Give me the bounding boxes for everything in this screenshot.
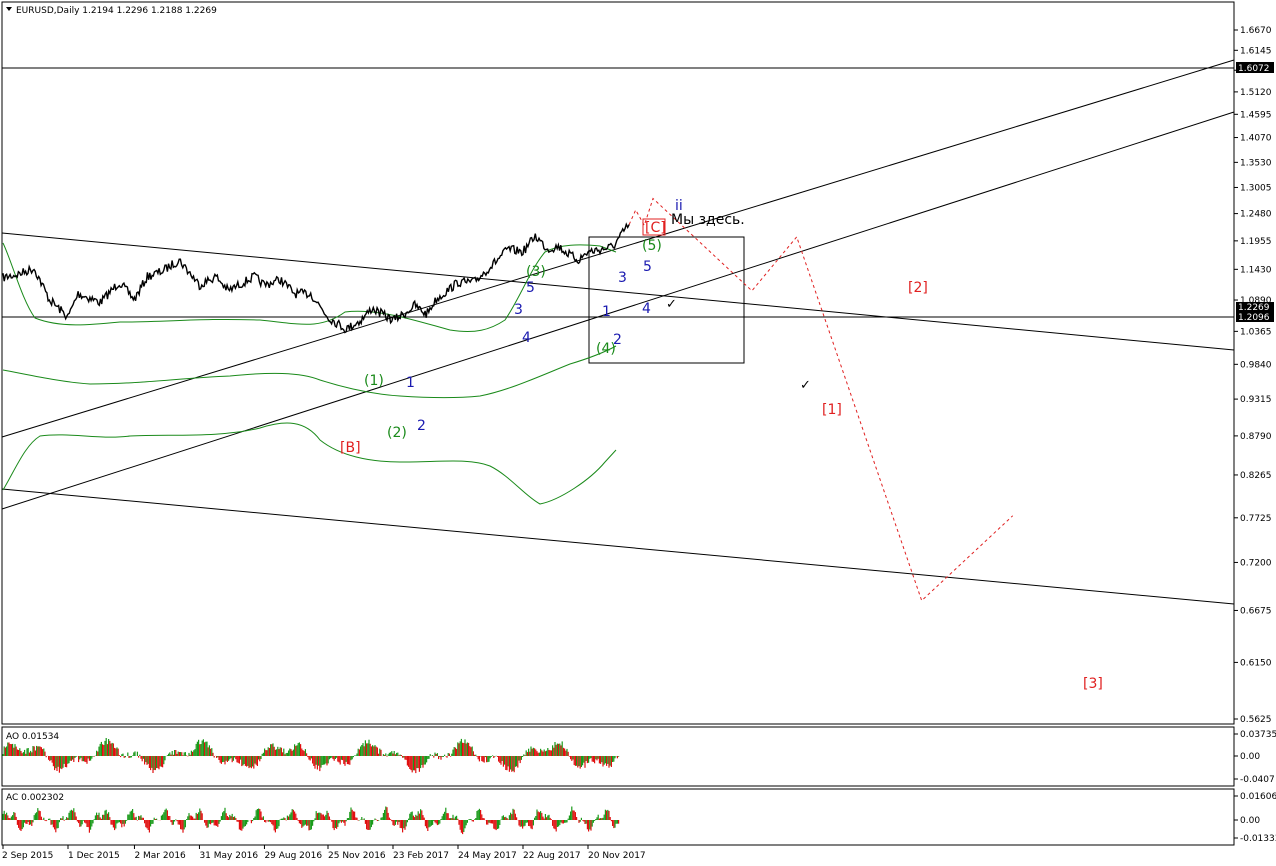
ac-panel <box>1 788 1235 846</box>
time-tick-label: 20 Nov 2017 <box>588 851 646 861</box>
price-tick-label: 1.1430 <box>1240 265 1272 275</box>
price-tick-label: 0.6675 <box>1240 606 1272 616</box>
price-tick-label: 1.4070 <box>1240 134 1272 144</box>
time-tick-label: 24 May 2017 <box>458 851 517 861</box>
time-tick-label: 29 Aug 2016 <box>264 851 322 861</box>
ac-tick-label: 0.00 <box>1240 816 1260 826</box>
ac-tick-label: -0.01333 <box>1240 834 1276 844</box>
time-tick-label: 2 Sep 2015 <box>2 851 53 861</box>
time-tick-label: 23 Feb 2017 <box>393 851 449 861</box>
price-tick-label: 0.8265 <box>1240 471 1272 481</box>
price-tick-label: 0.9315 <box>1240 395 1272 405</box>
wave-label: [B] <box>340 440 361 456</box>
price-tick-label: 1.6145 <box>1240 46 1272 56</box>
wave-label: [C] <box>645 220 666 236</box>
time-axis: 2 Sep 2015 1 Dec 2015 2 Mar 2016 31 May 201… <box>2 845 646 861</box>
price-tag-hline-label: 1.6072 <box>1238 64 1270 74</box>
wave-label: 5 <box>643 259 652 275</box>
wave-label: [3] <box>1083 676 1103 692</box>
price-tick-label: 0.5625 <box>1240 715 1272 725</box>
wave-label: 4 <box>642 301 651 317</box>
annotation-text: Мы здесь. <box>671 212 745 228</box>
price-tick-label: 0.9840 <box>1240 360 1272 370</box>
ac-tick-label: 0.01606 <box>1240 792 1276 802</box>
price-tick-label: 0.8790 <box>1240 432 1272 442</box>
time-tick-label: 22 Aug 2017 <box>523 851 581 861</box>
checkmark-icon: ✓ <box>666 297 677 312</box>
wave-label: [2] <box>908 280 928 296</box>
price-tick-label: 1.2480 <box>1240 210 1272 220</box>
ac-axis: 0.01606 0.00 -0.01333 <box>1234 792 1276 844</box>
chart-header: EURUSD,Daily 1.2194 1.2296 1.2188 1.2269 <box>16 6 217 16</box>
time-tick-label: 31 May 2016 <box>199 851 258 861</box>
wave-label: 5 <box>526 280 535 296</box>
price-tag-current-label: 1.2269 <box>1238 303 1270 313</box>
wave-label: 2 <box>417 418 426 434</box>
price-tick-label: 1.5120 <box>1240 88 1272 98</box>
ao-tick-label: 0.03735 <box>1240 730 1276 740</box>
chart-canvas: EURUSD,Daily 1.2194 1.2296 1.2188 1.2269… <box>1 1 1276 861</box>
price-tick-label: 1.0365 <box>1240 327 1272 337</box>
price-tick-label: 0.7725 <box>1240 514 1272 524</box>
wave-label: 1 <box>602 304 611 320</box>
time-tick-label: 1 Dec 2015 <box>68 851 120 861</box>
ao-tick-label: -0.0407 <box>1240 775 1275 785</box>
price-axis: 1.66701.61451.56451.51201.45951.40701.35… <box>1234 26 1272 725</box>
ao-axis: 0.03735 0.00 -0.0407 <box>1234 730 1276 785</box>
wave-label: (5) <box>642 238 662 254</box>
wave-label: 3 <box>618 270 627 286</box>
wave-label: 4 <box>522 330 531 346</box>
ao-title: AO 0.01534 <box>6 732 59 742</box>
wave-label: (3) <box>526 264 546 280</box>
wave-label: ii <box>675 198 683 214</box>
time-tick-label: 25 Nov 2016 <box>328 851 386 861</box>
wave-label: (2) <box>387 425 407 441</box>
wave-label: 1 <box>406 375 415 391</box>
wave-label: (4) <box>596 341 616 357</box>
price-tick-label: 1.1955 <box>1240 237 1272 247</box>
ao-tick-label: 0.00 <box>1240 752 1260 762</box>
price-tick-label: 1.4595 <box>1240 110 1272 120</box>
price-tick-label: 0.6150 <box>1240 658 1272 668</box>
time-tick-label: 2 Mar 2016 <box>134 851 186 861</box>
price-tick-label: 1.3530 <box>1240 158 1272 168</box>
price-tick-label: 1.6670 <box>1240 26 1272 36</box>
price-tick-label: 0.7200 <box>1240 558 1272 568</box>
ac-title: AC 0.002302 <box>6 793 64 803</box>
wave-label: [1] <box>822 402 842 418</box>
price-tick-label: 1.3005 <box>1240 183 1272 193</box>
checkmark-icon: ✓ <box>800 378 811 393</box>
price-tag-support-label: 1.2096 <box>1238 313 1270 323</box>
wave-label: 3 <box>514 302 523 318</box>
wave-label: (1) <box>364 373 384 389</box>
